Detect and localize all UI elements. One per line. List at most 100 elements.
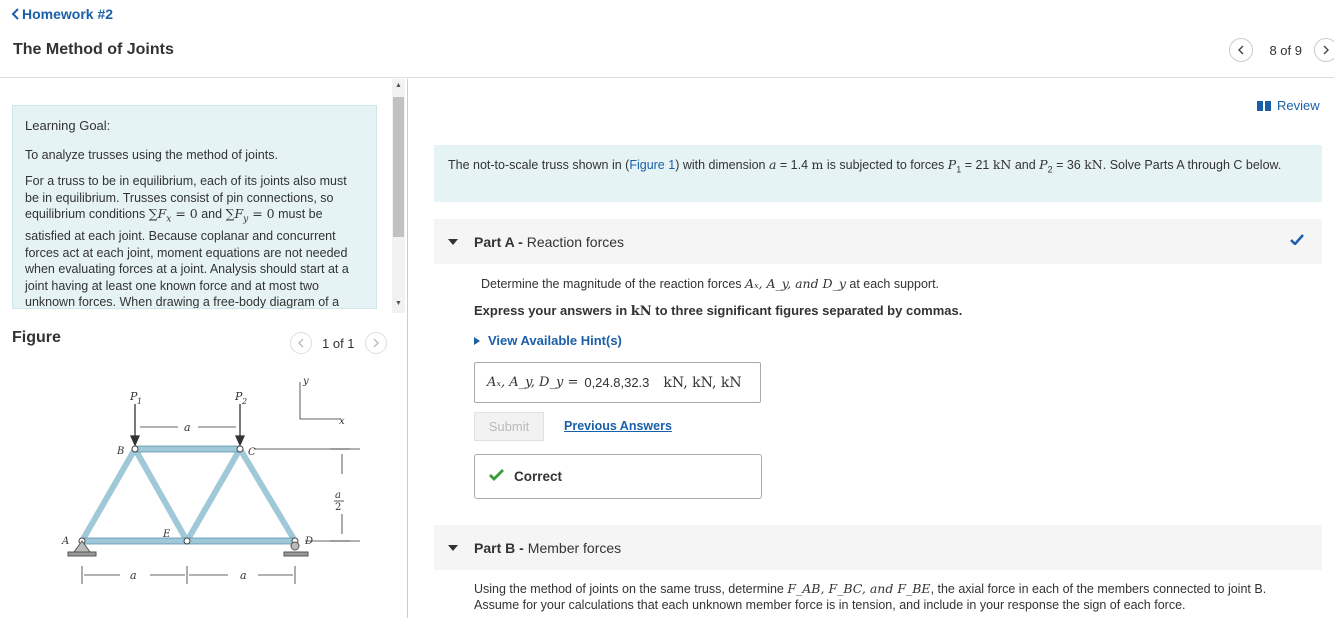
joint-b xyxy=(131,445,139,453)
intro-p1-eq: = 21 xyxy=(961,158,993,172)
label-y-axis: y xyxy=(302,376,309,387)
pager-text: 8 of 9 xyxy=(1269,42,1302,58)
part-b-header[interactable]: Part B - Member forces xyxy=(434,525,1322,570)
collapse-triangle-icon xyxy=(448,238,458,245)
intro-p2-var: P xyxy=(1039,157,1048,172)
intro-text-a: The not-to-scale truss shown in ( xyxy=(448,158,630,172)
intro-p2-eq: = 36 xyxy=(1052,158,1085,172)
intro-p2-unit: kN xyxy=(1084,157,1103,172)
label-half-num: a xyxy=(335,490,341,501)
intro-p1-var: P xyxy=(947,157,957,172)
next-item-button[interactable] xyxy=(1314,38,1334,62)
label-a-top: a xyxy=(184,421,191,434)
problem-intro: The not-to-scale truss shown in (Figure … xyxy=(434,145,1322,202)
answer-units: kN, kN, kN xyxy=(663,374,742,391)
express-b: to three significant figures separated b… xyxy=(651,303,963,318)
label-p1-sub: 1 xyxy=(137,397,142,406)
chevron-right-icon xyxy=(373,338,379,348)
correct-label: Correct xyxy=(514,469,563,484)
left-panel: Learning Goal: To analyze trusses using … xyxy=(0,79,408,618)
member-be xyxy=(132,446,190,544)
part-a-answer-field[interactable]: Aₓ, A_y, D_y = 0,24.8,32.3 kN, kN, kN xyxy=(474,362,761,403)
truss-figure[interactable]: P 1 P 2 a y x B C A D E a 2 a a xyxy=(50,374,370,594)
scroll-thumb[interactable] xyxy=(393,97,404,237)
view-hints-label: View Available Hint(s) xyxy=(488,333,622,348)
part-a-question: Determine the magnitude of the reaction … xyxy=(481,276,939,291)
review-link[interactable]: Review xyxy=(1257,98,1320,113)
joint-e xyxy=(183,537,191,545)
part-a-question-b: at each support. xyxy=(845,277,940,291)
figure-1-link[interactable]: Figure 1 xyxy=(629,158,675,172)
assignment-pager: 8 of 9 xyxy=(1229,38,1334,62)
prev-item-button[interactable] xyxy=(1229,38,1254,62)
figure-pager-text: 1 of 1 xyxy=(322,335,355,351)
top-bar: Homework #2 The Method of Joints 8 of 9 xyxy=(0,0,1334,78)
part-a-title: Reaction forces xyxy=(526,233,625,250)
intro-text-d: and xyxy=(1011,158,1040,172)
label-a-right: a xyxy=(240,569,247,582)
view-hints-toggle[interactable]: View Available Hint(s) xyxy=(474,333,622,348)
member-ce xyxy=(184,446,243,544)
correct-feedback: Correct xyxy=(474,454,762,499)
label-joint-a: A xyxy=(61,536,69,547)
part-a-question-a: Determine the magnitude of the reaction … xyxy=(481,277,746,291)
intro-text-e: . Solve Parts A through C below. xyxy=(1102,158,1282,172)
goal-scrollbar[interactable]: ▲ ▼ xyxy=(392,79,405,313)
intro-p1-unit: kN xyxy=(992,157,1012,172)
eq1-rhs: = 0 xyxy=(171,206,198,221)
label-joint-b: B xyxy=(116,446,124,457)
intro-text-b: ) with dimension xyxy=(675,158,769,172)
joint-c xyxy=(236,445,244,453)
back-link-label: Homework #2 xyxy=(22,6,114,22)
part-b-question: Using the method of joints on the same t… xyxy=(474,581,1304,613)
figure-label: Figure xyxy=(12,329,61,346)
part-b-title: Member forces xyxy=(527,539,622,556)
figure-next-button[interactable] xyxy=(364,332,387,354)
eq2-main: ∑F xyxy=(225,206,244,221)
previous-answers-link[interactable]: Previous Answers xyxy=(564,419,672,433)
member-cd xyxy=(237,446,298,544)
chevron-left-icon xyxy=(1238,45,1244,55)
back-link[interactable]: Homework #2 xyxy=(11,6,113,22)
page-title: The Method of Joints xyxy=(13,41,174,58)
intro-a-eq: = 1.4 xyxy=(776,158,812,172)
express-unit: kN xyxy=(630,304,652,319)
learning-goal-box: Learning Goal: To analyze trusses using … xyxy=(12,105,377,309)
checkmark-icon xyxy=(1290,232,1304,250)
goal-text-b: must be satisfied at each joint. Because… xyxy=(25,207,349,309)
member-ab xyxy=(79,446,138,544)
part-a-express: Express your answers in kN to three sign… xyxy=(474,303,962,319)
eq1-main: ∑F xyxy=(148,206,167,221)
answer-value: 0,24.8,32.3 xyxy=(584,375,650,390)
part-b-label: Part B - xyxy=(474,539,524,556)
label-half-den: 2 xyxy=(335,502,341,513)
learning-goal-title: Learning Goal: xyxy=(25,118,111,133)
scroll-down-arrow-icon[interactable]: ▼ xyxy=(392,297,405,311)
review-label: Review xyxy=(1277,98,1320,113)
collapse-triangle-icon xyxy=(448,544,458,551)
express-a: Express your answers in xyxy=(474,303,631,318)
chevron-right-icon xyxy=(1323,45,1329,55)
label-joint-c: C xyxy=(248,447,256,458)
part-b-question-a: Using the method of joints on the same t… xyxy=(474,582,788,596)
part-a-label: Part A - xyxy=(474,233,523,250)
scroll-up-arrow-icon[interactable]: ▲ xyxy=(392,79,405,93)
answer-label: Aₓ, A_y, D_y = xyxy=(487,375,579,390)
figure-pager: 1 of 1 xyxy=(290,332,387,354)
label-joint-e: E xyxy=(162,529,171,540)
part-a-header[interactable]: Part A - Reaction forces xyxy=(434,219,1322,264)
label-a-left: a xyxy=(130,569,137,582)
green-checkmark-icon xyxy=(489,468,504,486)
chevron-left-icon xyxy=(298,338,304,348)
label-x-axis: x xyxy=(339,416,345,427)
equation-sum-fx: ∑Fx = 0 xyxy=(148,206,198,225)
learning-goal-body: For a truss to be in equilibrium, each o… xyxy=(25,173,364,309)
book-icon xyxy=(1257,100,1271,111)
chevron-left-icon xyxy=(11,8,19,20)
expand-triangle-icon xyxy=(474,336,480,345)
submit-button[interactable]: Submit xyxy=(474,412,544,441)
figure-prev-button[interactable] xyxy=(290,332,312,354)
part-b-question-vars: F_AB, F_BC, and F_BE xyxy=(787,581,931,596)
learning-goal-intro: To analyze trusses using the method of j… xyxy=(25,147,278,162)
part-a-question-vars: Aₓ, A_y, and D_y xyxy=(745,276,846,291)
